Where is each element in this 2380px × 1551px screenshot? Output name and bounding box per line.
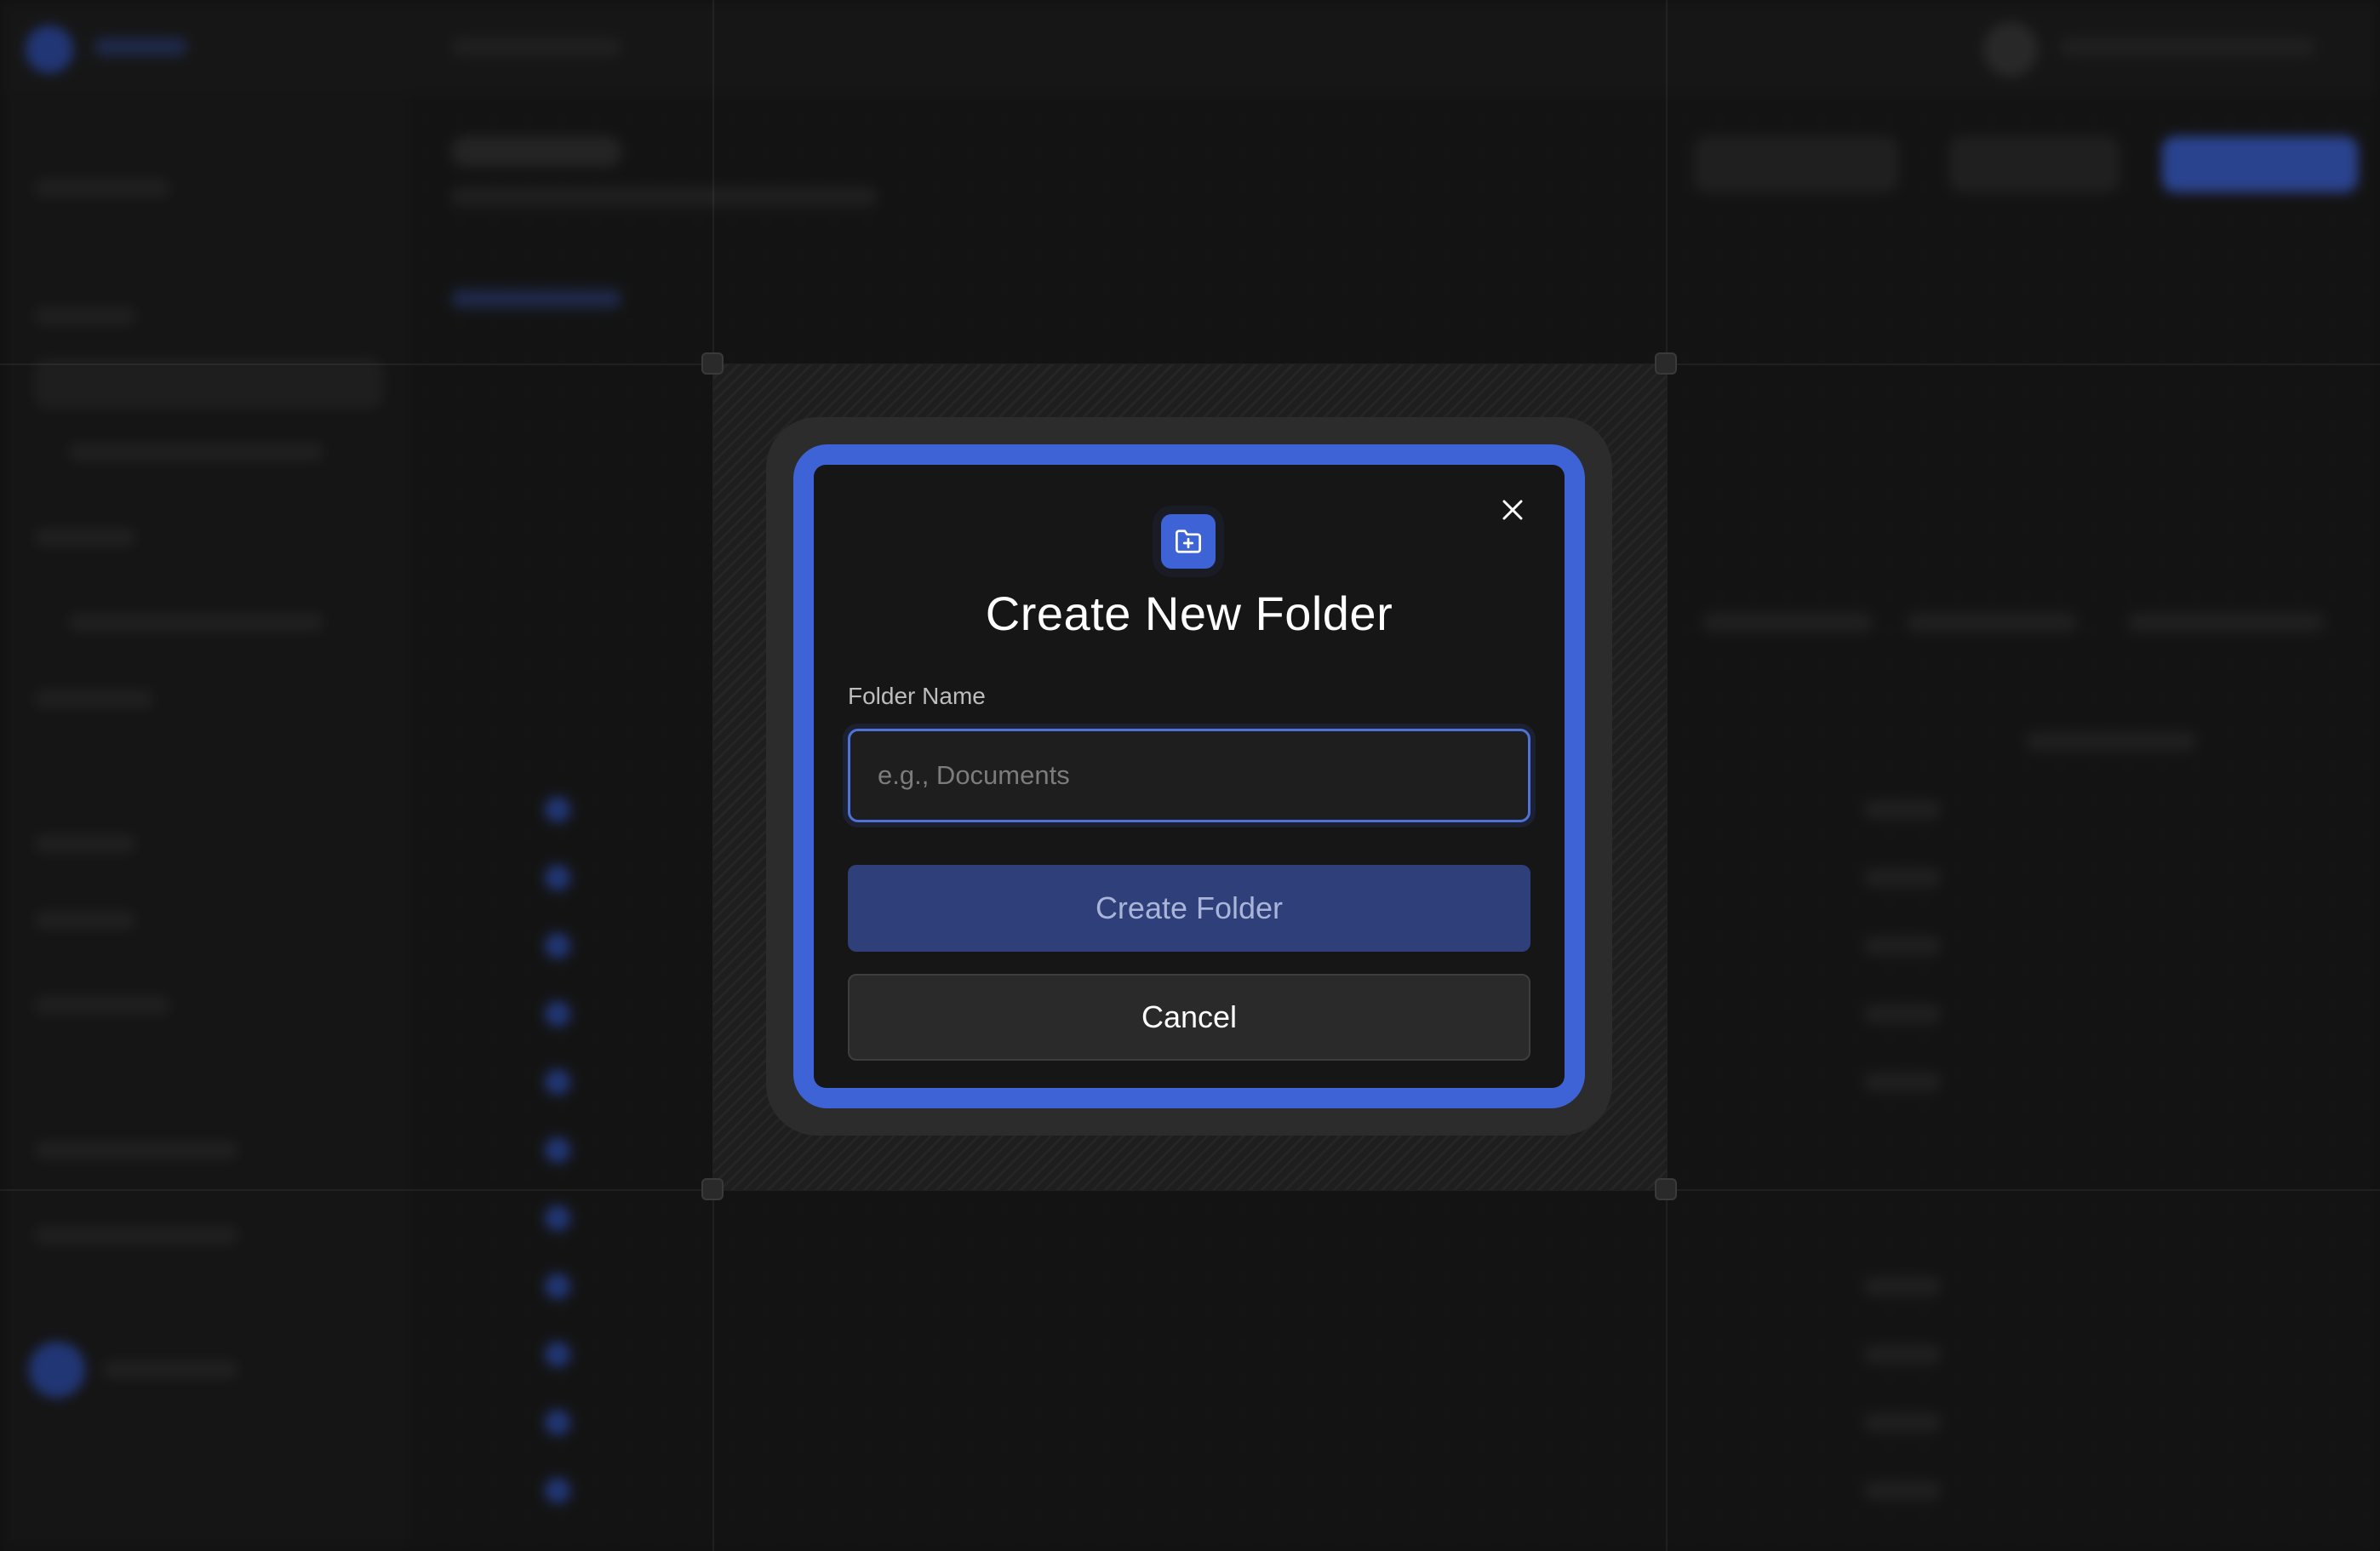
folder-plus-icon [1161, 514, 1216, 569]
corner-handle [701, 352, 724, 375]
close-button[interactable] [1491, 489, 1534, 531]
close-icon [1502, 500, 1523, 520]
corner-handle [1655, 1178, 1677, 1200]
dialog-title: Create New Folder [985, 587, 1393, 640]
create-folder-button[interactable]: Create Folder [848, 865, 1530, 952]
cancel-button[interactable]: Cancel [848, 974, 1530, 1061]
corner-handle [701, 1178, 724, 1200]
folder-name-label: Folder Name [848, 683, 986, 709]
folder-name-input[interactable] [848, 729, 1530, 822]
corner-handle [1655, 352, 1677, 375]
